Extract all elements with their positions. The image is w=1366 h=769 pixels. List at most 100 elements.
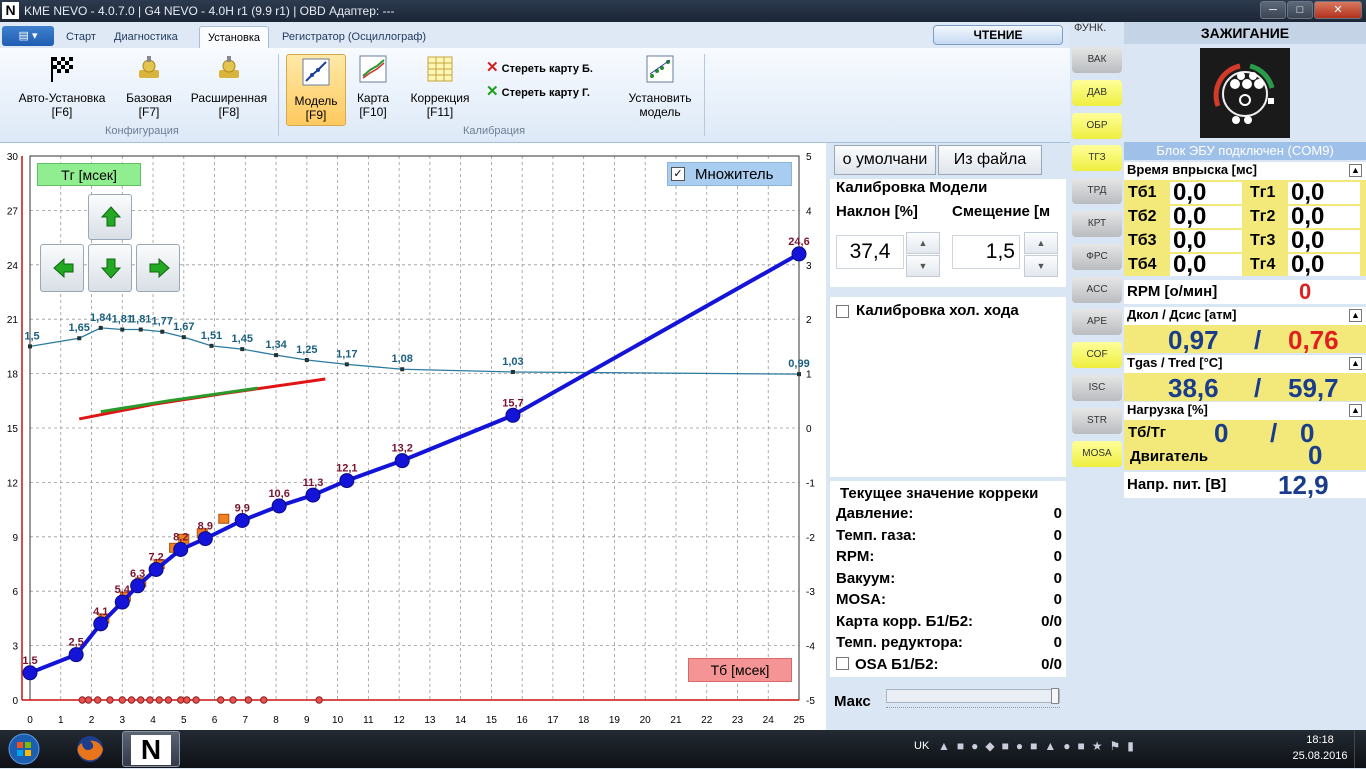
function-button-mosa[interactable]: MOSA: [1072, 440, 1122, 467]
tab-recorder[interactable]: Регистратор (Осциллограф): [274, 26, 434, 48]
default-button[interactable]: о умолчани: [834, 145, 936, 175]
multiplier-toggle[interactable]: ✓ Множитель: [667, 162, 792, 186]
app-menu-button[interactable]: ▤ ▾: [2, 26, 54, 46]
correction-value: 0: [1053, 569, 1062, 587]
max-slider-track[interactable]: [886, 688, 1060, 704]
function-button-isc[interactable]: ISC: [1072, 375, 1122, 401]
close-button[interactable]: ✕: [1314, 1, 1362, 19]
multiplier-point: [120, 327, 125, 332]
function-button-ape[interactable]: APE: [1072, 309, 1122, 336]
tab-start[interactable]: Старт: [58, 26, 104, 48]
model-chart[interactable]: 0 1 2 3 4 5 6 7 8 9 10 11 12 13 14 15 16 17 18 19 20 21 22 23 24…: [0, 143, 826, 730]
kme-logo-icon: N: [131, 735, 171, 765]
osa-checkbox[interactable]: [836, 656, 849, 670]
idle-calibration-checkbox[interactable]: [836, 305, 849, 318]
maximize-button[interactable]: □: [1287, 1, 1313, 19]
multiplier-label: 1,84: [90, 312, 112, 324]
collapse-icon[interactable]: ▲: [1349, 164, 1362, 177]
y-tick-label: 21: [7, 315, 19, 326]
injection-gas-value: 0,0: [1288, 229, 1360, 253]
y2-tick-label: 1: [806, 370, 812, 381]
multiplier-checkbox[interactable]: ✓: [671, 167, 685, 181]
start-button[interactable]: [4, 732, 44, 766]
slider-ticks: [886, 707, 1060, 711]
injection-petrol-value: 0,0: [1170, 229, 1242, 253]
y2-tick-label: 4: [806, 206, 812, 217]
map-button[interactable]: Карта [F10]: [350, 54, 396, 122]
x-tick-label: 12: [394, 715, 406, 726]
correction-value: 0: [1053, 591, 1062, 608]
gear-device-icon: [219, 56, 239, 78]
arrow-left-button[interactable]: [40, 244, 84, 292]
language-indicator[interactable]: UK: [914, 740, 929, 752]
function-button-cof[interactable]: COF: [1072, 342, 1122, 369]
correction-button[interactable]: Коррекция [F11]: [402, 54, 478, 122]
offset-input[interactable]: 1,5: [952, 235, 1020, 269]
multiplier-label: 1,08: [391, 353, 412, 365]
kme-nevo-taskbar-button[interactable]: N: [122, 731, 180, 767]
model-point-label: 5,4: [115, 584, 131, 596]
read-button[interactable]: ЧТЕНИЕ: [933, 25, 1063, 45]
tray-icons[interactable]: ▲■●◆■●■▲●■★⚑▮: [938, 739, 1208, 757]
basic-config-label: Базовая: [126, 91, 172, 105]
correction-label: OSA Б1/Б2:: [855, 655, 939, 673]
erase-map-g-label: Стереть карту Г.: [501, 87, 590, 99]
model-button[interactable]: Модель [F9]: [286, 54, 346, 126]
multiplier-point: [797, 372, 801, 377]
multiplier-label: 1,67: [173, 321, 194, 333]
multiplier-point: [344, 362, 349, 367]
load-block: Тб/Тг 0 / 0 Двигатель 0: [1124, 418, 1366, 470]
slope-input[interactable]: 37,4: [836, 235, 904, 269]
x-tick-label: 11: [363, 715, 374, 726]
multiplier-point: [98, 325, 103, 330]
red-cross-icon: ✕: [486, 59, 499, 76]
minimize-button[interactable]: ─: [1260, 1, 1286, 19]
basic-config-button[interactable]: Базовая [F7]: [120, 54, 178, 122]
erase-map-g-button[interactable]: ✕ Стереть карту Г.: [486, 82, 590, 100]
from-file-button[interactable]: Из файла: [938, 145, 1042, 175]
function-button-крт[interactable]: КРТ: [1072, 211, 1122, 237]
load-header: Нагрузка [%] ▲: [1124, 402, 1366, 420]
collapse-icon[interactable]: ▲: [1349, 357, 1362, 370]
offset-up-button[interactable]: ▲: [1024, 232, 1058, 254]
y2-tick-label: 5: [806, 152, 812, 163]
function-button-str[interactable]: STR: [1072, 407, 1122, 434]
show-desktop-button[interactable]: [1354, 730, 1366, 768]
function-button-тгз[interactable]: ТГЗ: [1072, 145, 1122, 172]
collapse-icon[interactable]: ▲: [1349, 404, 1362, 417]
correction-value: 0: [1053, 634, 1062, 651]
erase-map-b-button[interactable]: ✕ Стереть карту Б.: [486, 58, 593, 76]
firefox-taskbar-button[interactable]: [64, 732, 116, 766]
arrow-down-button[interactable]: [88, 244, 132, 292]
function-button-обр[interactable]: ОБР: [1072, 112, 1122, 139]
offset-label: Смещение [м: [952, 203, 1051, 220]
arrow-right-button[interactable]: [136, 244, 180, 292]
slope-up-button[interactable]: ▲: [906, 232, 940, 254]
auto-setup-button[interactable]: Авто-Установка [F6]: [8, 54, 116, 122]
tab-diagnostics[interactable]: Диагностика: [106, 26, 186, 48]
calibration-group-caption: Калибрация: [463, 125, 526, 137]
injection-petrol-value: 0,0: [1170, 181, 1242, 205]
offset-down-button[interactable]: ▼: [1024, 255, 1058, 277]
arrow-up-button[interactable]: [88, 194, 132, 240]
correction-label: Коррекция: [410, 91, 470, 105]
install-model-button[interactable]: Установить модель: [622, 54, 698, 122]
model-point-label: 12,1: [336, 463, 357, 475]
tab-installation[interactable]: Установка: [199, 26, 269, 48]
model-point: [93, 616, 109, 632]
collapse-icon[interactable]: ▲: [1349, 309, 1362, 322]
model-point-label: 13,2: [391, 443, 412, 455]
x-tick-label: 16: [517, 715, 529, 726]
x-tick-label: 1: [58, 715, 64, 726]
injection-gas-label: Тг1: [1250, 184, 1276, 201]
slope-down-button[interactable]: ▼: [906, 255, 940, 277]
function-button-дав[interactable]: ДАВ: [1072, 79, 1122, 106]
x-tick-label: 19: [609, 715, 621, 726]
function-button-вак[interactable]: ВАК: [1072, 47, 1122, 73]
extended-config-button[interactable]: Расширенная [F8]: [184, 54, 274, 122]
function-button-трд[interactable]: ТРД: [1072, 178, 1122, 205]
function-button-фрс[interactable]: ФРС: [1072, 243, 1122, 270]
x-tick-label: 18: [578, 715, 590, 726]
function-button-acc[interactable]: ACC: [1072, 276, 1122, 303]
max-slider-handle[interactable]: [1051, 688, 1059, 704]
